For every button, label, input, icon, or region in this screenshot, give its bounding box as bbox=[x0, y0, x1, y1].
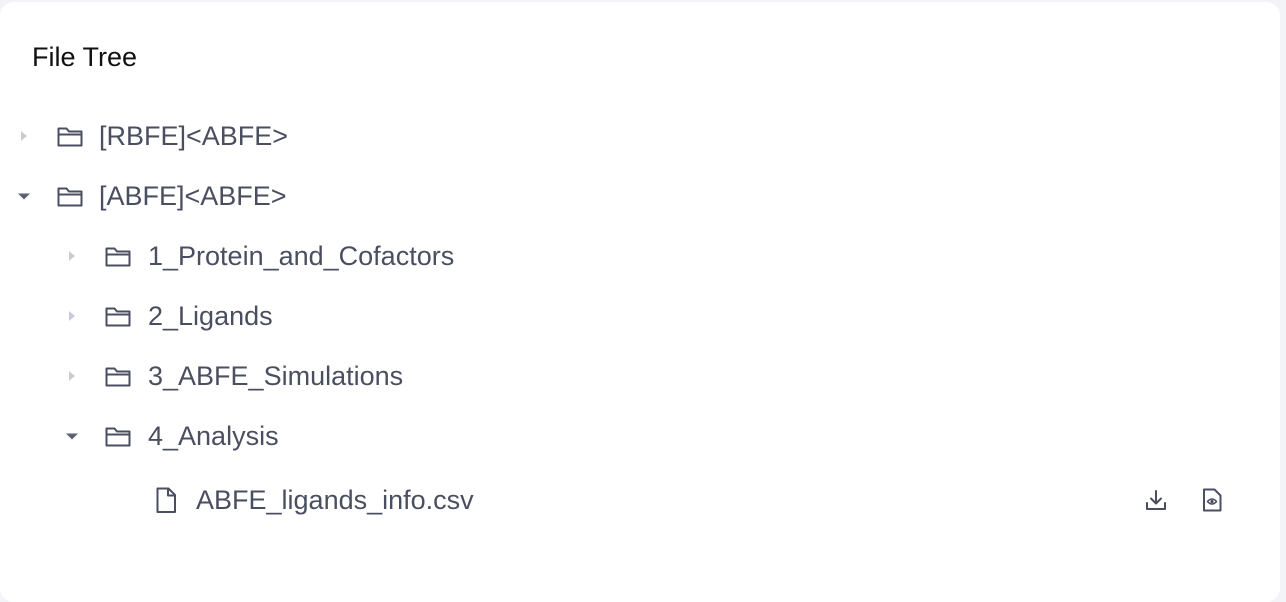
download-icon[interactable] bbox=[1142, 486, 1170, 514]
tree-item-abfe-simulations[interactable]: 3_ABFE_Simulations bbox=[0, 348, 1280, 404]
tree-item-analysis[interactable]: 4_Analysis bbox=[0, 408, 1280, 464]
tree-item-label: [ABFE]<ABFE> bbox=[99, 181, 287, 211]
folder-icon bbox=[57, 187, 83, 207]
folder-icon bbox=[105, 427, 131, 447]
caret-down-icon[interactable] bbox=[65, 429, 79, 443]
tree-item-abfe-ligands-info-csv[interactable]: ABFE_ligands_info.csv bbox=[0, 472, 1280, 528]
tree-item-label: 2_Ligands bbox=[148, 301, 273, 331]
tree-item-protein-and-cofactors[interactable]: 1_Protein_and_Cofactors bbox=[0, 228, 1280, 284]
tree-item-label: 3_ABFE_Simulations bbox=[148, 361, 404, 391]
tree-item-abfe[interactable]: [ABFE]<ABFE> bbox=[0, 168, 1280, 224]
tree-item-rbfe[interactable]: [RBFE]<ABFE> bbox=[0, 108, 1280, 164]
caret-right-icon[interactable] bbox=[17, 129, 31, 143]
caret-right-icon[interactable] bbox=[65, 249, 79, 263]
tree-item-label: ABFE_ligands_info.csv bbox=[196, 485, 474, 515]
file-tree-panel: File Tree [RBFE]<ABFE> [ABFE]<ABFE> 1_Pr… bbox=[0, 2, 1280, 602]
panel-title: File Tree bbox=[32, 42, 138, 72]
caret-down-icon[interactable] bbox=[17, 189, 31, 203]
caret-right-icon[interactable] bbox=[65, 309, 79, 323]
tree-item-ligands[interactable]: 2_Ligands bbox=[0, 288, 1280, 344]
file-icon bbox=[156, 487, 176, 513]
preview-icon[interactable] bbox=[1198, 486, 1226, 514]
folder-icon bbox=[105, 307, 131, 327]
tree-item-label: 4_Analysis bbox=[148, 421, 279, 451]
caret-right-icon[interactable] bbox=[65, 369, 79, 383]
tree-item-label: [RBFE]<ABFE> bbox=[99, 121, 289, 151]
folder-icon bbox=[57, 127, 83, 147]
tree-item-label: 1_Protein_and_Cofactors bbox=[148, 241, 455, 271]
folder-icon bbox=[105, 247, 131, 267]
folder-icon bbox=[105, 367, 131, 387]
